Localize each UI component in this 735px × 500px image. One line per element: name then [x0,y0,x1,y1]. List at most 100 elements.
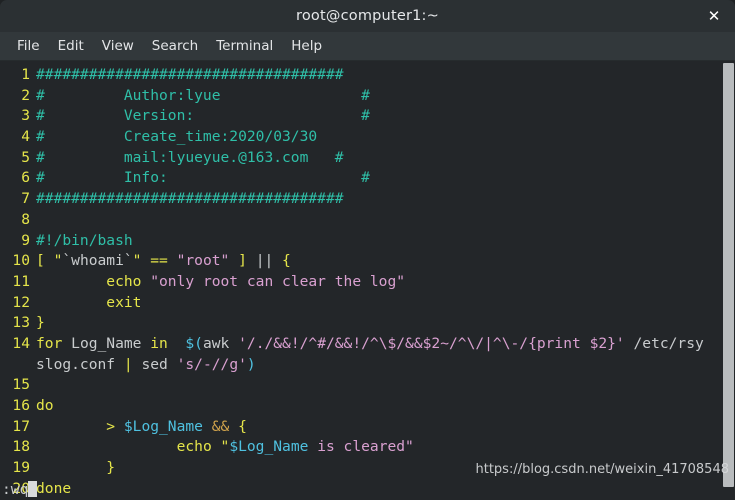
vim-command-text: :wq [2,481,29,498]
close-icon[interactable]: ✕ [703,5,725,27]
line-number: 11 [12,272,30,290]
code-token: } [106,459,116,477]
code-token: > [106,417,124,435]
code-token: } [36,314,45,332]
editor-line: 11 echo "only root can clear the log" [0,272,735,293]
line-number: 13 [12,314,30,332]
code-token: `whoami` [62,252,133,270]
editor-line: 15 [0,375,735,396]
window-title: root@computer1:~ [296,8,439,24]
line-number: 5 [21,148,30,166]
code-token: 's/-//g' [176,355,247,373]
editor-line: 3 # Version: # [0,106,735,127]
code-token: # Author:lyue # [36,86,370,104]
editor-line: 12 exit [0,293,735,314]
code-token: && [211,417,230,435]
line-number: 10 [12,252,30,270]
window-titlebar: root@computer1:~ ✕ [0,0,735,32]
code-token: echo [176,438,221,456]
code-token: ) [246,355,256,373]
line-number: 6 [21,169,30,187]
editor-code-area[interactable]: 1 ################################### 2 # A… [0,61,735,499]
editor-line: 2 # Author:lyue # [0,86,735,107]
code-token: || [255,252,283,270]
menu-item-edit[interactable]: Edit [49,36,93,56]
line-number: 12 [12,293,30,311]
scrollbar-thumb[interactable] [723,63,734,487]
code-token: is cleared" [308,438,414,456]
watermark-text: https://blog.csdn.net/weixin_41708548 [475,462,729,477]
code-token: | [123,355,142,373]
code-token: [ [36,252,54,270]
terminal-window: root@computer1:~ ✕ File Edit View Search… [0,0,735,500]
code-token: exit [106,293,142,311]
line-number: 19 [12,459,30,477]
code-token: '/./&&!/^#/&&!/^\$/&&$2~/^\/|^\-/{print … [238,334,625,352]
code-token: for [36,334,72,352]
editor-line: 17 > $Log_Name && { [0,417,735,438]
code-token: ################################### [36,66,344,83]
code-token: Log_Name [71,334,151,352]
menu-item-view[interactable]: View [93,36,143,56]
line-number: 2 [21,86,30,104]
code-token: ################################### [36,190,344,208]
line-number: 9 [21,231,30,249]
line-number: 1 [21,66,30,83]
menu-item-file[interactable]: File [8,36,49,56]
code-token: /etc/rsy [624,334,704,352]
menu-item-help[interactable]: Help [282,36,331,56]
code-token: #!/bin/bash [36,231,133,249]
code-token: awk [202,334,239,352]
menu-item-search[interactable]: Search [143,36,207,56]
scrollbar-track[interactable] [722,61,735,500]
text-cursor [28,481,38,497]
code-token: $Log_Name [229,438,309,456]
editor-line: 13} [0,313,735,334]
line-number: 17 [12,417,30,435]
editor-line: 18 echo "$Log_Name is cleared" [0,437,735,458]
code-token: ] [229,252,256,270]
line-number: 8 [21,210,30,228]
code-token: == [150,252,177,270]
code-token: echo [106,272,151,290]
code-token: "root" [176,252,230,270]
code-token: slog.conf [36,355,124,373]
line-number: 15 [12,376,30,394]
code-token: in [150,334,177,352]
code-token: $( [185,334,203,352]
editor-line: slog.conf | sed 's/-//g') [0,355,735,376]
line-number: 4 [21,128,30,146]
vim-command-line[interactable]: :wq [0,479,735,500]
line-number: 7 [21,190,30,208]
code-token: # Version: # [36,107,370,125]
code-token: # Create_time:2020/03/30 [36,128,318,146]
code-token: { [238,417,247,435]
editor-line: 10[ "`whoami`" == "root" ] || { [0,251,735,272]
code-token: " [132,252,151,270]
terminal-body[interactable]: 1 ################################### 2 # A… [0,61,735,500]
editor-line: 9 #!/bin/bash [0,231,735,252]
code-token: $Log_Name [123,417,203,435]
code-token: # mail:lyueyue.@163.com # [36,148,344,166]
menu-item-terminal[interactable]: Terminal [207,36,282,56]
editor-line: 14 for Log_Name in $(awk '/./&&!/^#/&&!/^… [0,334,735,355]
code-token: do [36,397,54,414]
editor-line: 1 ################################### [0,65,735,86]
line-number: 14 [12,334,30,352]
line-number: 16 [12,397,30,414]
line-number: 3 [21,107,30,125]
menubar: File Edit View Search Terminal Help [0,32,735,61]
editor-line: 8 [0,210,735,231]
code-token: # Info: # [36,169,370,187]
editor-line: 7 ################################### [0,189,735,210]
editor-line: 16 do [0,396,735,417]
code-token: "only root can clear the log" [150,272,406,290]
line-number: 18 [12,438,30,456]
